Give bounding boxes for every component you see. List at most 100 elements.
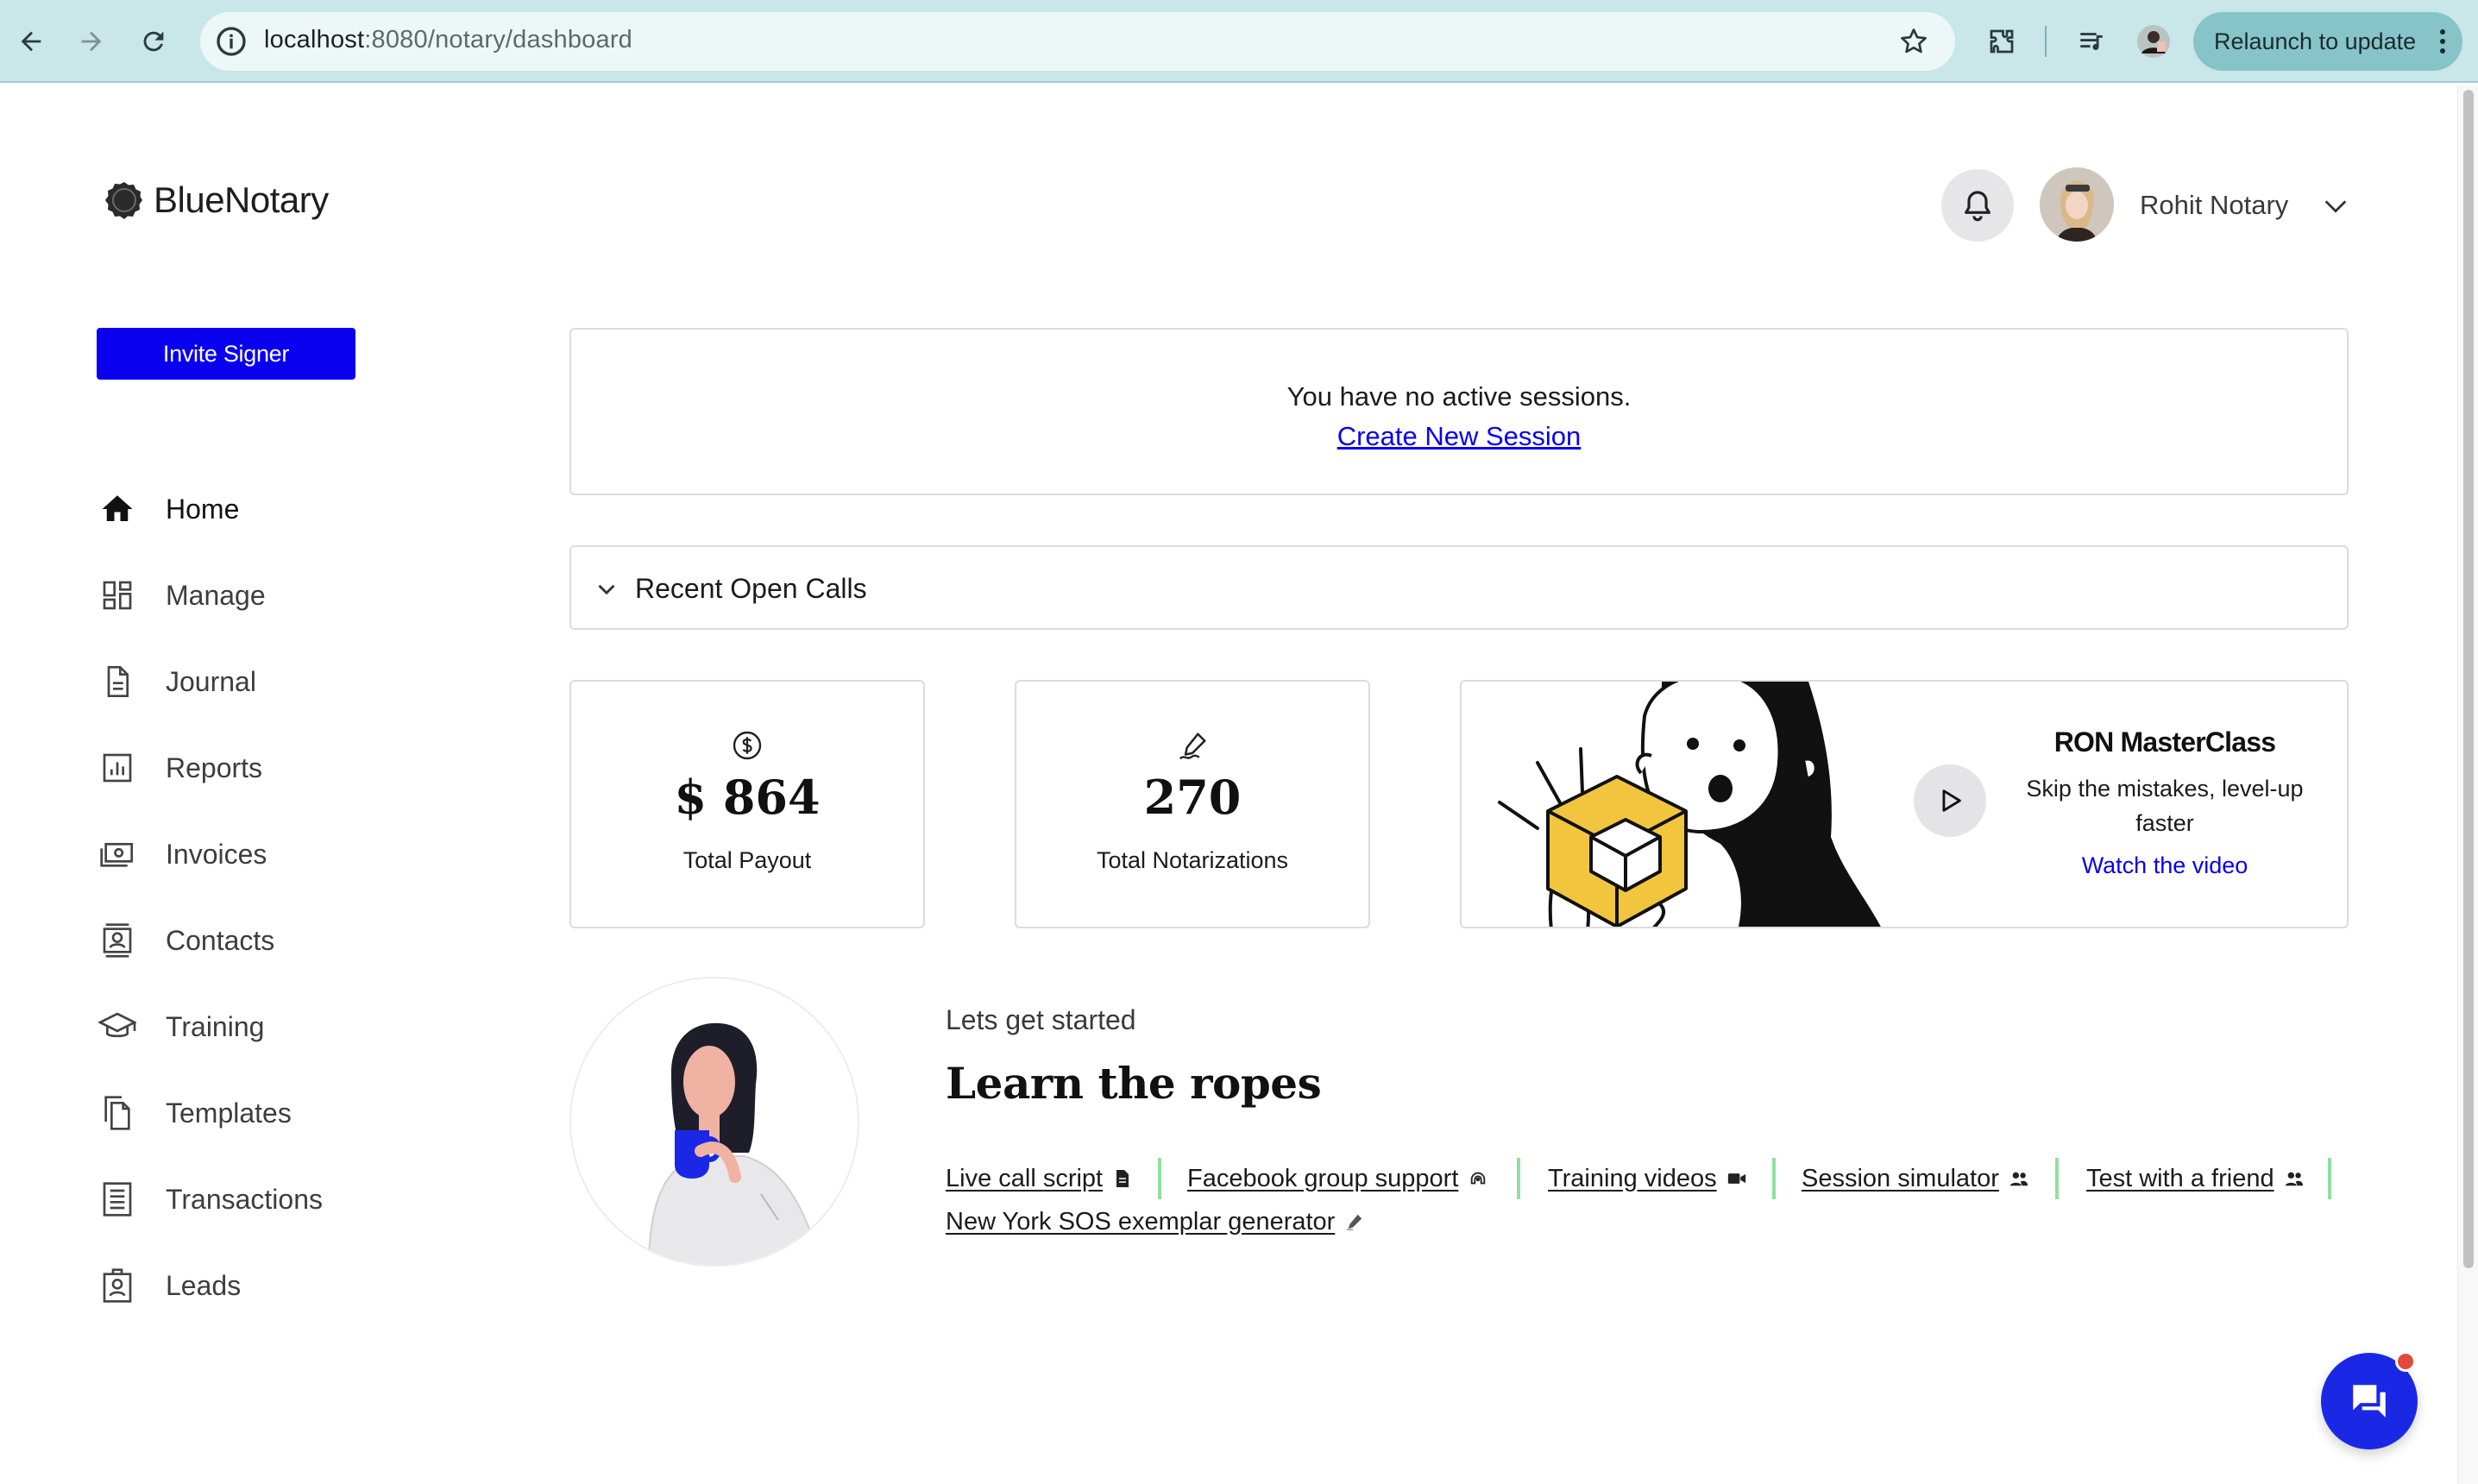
back-button[interactable] bbox=[5, 16, 57, 67]
total-payout-card: $ 864 Total Payout bbox=[569, 680, 925, 928]
recent-open-calls-accordion[interactable]: Recent Open Calls bbox=[569, 545, 2349, 630]
chevron-down-icon[interactable] bbox=[592, 575, 621, 604]
live-call-script-link[interactable]: Live call script bbox=[946, 1160, 1132, 1198]
sidebar-item-label: Leads bbox=[166, 1269, 242, 1301]
reload-button[interactable] bbox=[128, 16, 179, 67]
chat-notification-badge bbox=[2395, 1351, 2416, 1372]
chevron-down-icon[interactable] bbox=[2321, 192, 2350, 221]
dollar-circle-icon bbox=[733, 731, 762, 760]
people-icon bbox=[2009, 1169, 2028, 1188]
relaunch-label: Relaunch to update bbox=[2214, 28, 2417, 54]
sidebar-item-journal[interactable]: Journal bbox=[95, 656, 406, 707]
resource-link-label: Live call script bbox=[946, 1164, 1104, 1192]
sidebar-item-label: Invoices bbox=[166, 838, 267, 870]
play-video-button[interactable] bbox=[1914, 764, 1986, 837]
dashboard-grid-icon bbox=[95, 573, 140, 618]
browser-toolbar: localhost:8080/notary/dashboard Relaunch… bbox=[0, 0, 2478, 83]
invite-signer-button[interactable]: Invite Signer bbox=[97, 328, 355, 380]
resource-link-label: Test with a friend bbox=[2086, 1164, 2274, 1192]
link-separator bbox=[1517, 1158, 1520, 1199]
people-icon bbox=[2285, 1169, 2304, 1188]
signature-pen-icon bbox=[1179, 733, 1206, 760]
ny-sos-exemplar-generator-link[interactable]: New York SOS exemplar generator bbox=[946, 1203, 1364, 1241]
resource-link-label: Session simulator bbox=[1802, 1164, 1999, 1192]
sidebar-item-manage[interactable]: Manage bbox=[95, 569, 406, 621]
sidebar-item-label: Manage bbox=[166, 579, 266, 611]
bell-icon bbox=[1965, 191, 1991, 222]
chat-bubbles-icon bbox=[2353, 1385, 2386, 1418]
arrow-right-icon bbox=[81, 31, 102, 52]
support-icon bbox=[1469, 1169, 1487, 1188]
sidebar-item-leads[interactable]: Leads bbox=[95, 1260, 406, 1311]
learn-ropes-illustration bbox=[569, 977, 859, 1267]
session-simulator-link[interactable]: Session simulator bbox=[1802, 1160, 2028, 1198]
sidebar-item-home[interactable]: Home bbox=[95, 483, 406, 535]
resource-link-label: Facebook group support bbox=[1187, 1164, 1459, 1192]
sidebar-item-transactions[interactable]: Transactions bbox=[95, 1173, 406, 1225]
sidebar-item-label: Reports bbox=[166, 751, 263, 783]
user-avatar[interactable] bbox=[2040, 167, 2114, 242]
user-photo bbox=[2040, 167, 2114, 242]
copy-file-icon bbox=[95, 1091, 140, 1135]
sidebar-item-label: Contacts bbox=[166, 924, 275, 956]
scrollbar-thumb[interactable] bbox=[2463, 90, 2474, 1268]
badge-id-icon bbox=[95, 1263, 140, 1308]
training-videos-link[interactable]: Training videos bbox=[1548, 1160, 1746, 1198]
address-bar[interactable]: localhost:8080/notary/dashboard bbox=[200, 12, 1955, 71]
contacts-icon bbox=[95, 918, 140, 963]
bookmark-star-icon[interactable] bbox=[1898, 26, 1929, 57]
no-sessions-message: You have no active sessions. bbox=[1286, 381, 1632, 412]
sidebar-item-training[interactable]: Training bbox=[95, 1001, 406, 1053]
sidebar-item-label: Templates bbox=[166, 1097, 292, 1129]
playlist-icon bbox=[2080, 33, 2103, 50]
profile-button[interactable] bbox=[2133, 21, 2174, 62]
total-payout-value: $ 864 bbox=[674, 770, 821, 825]
relaunch-button[interactable]: Relaunch to update bbox=[2193, 12, 2462, 71]
masterclass-illustration bbox=[1498, 682, 1881, 927]
forward-button[interactable] bbox=[66, 16, 117, 67]
extensions-button[interactable] bbox=[1981, 21, 2022, 62]
sidebar-item-invoices[interactable]: Invoices bbox=[95, 828, 406, 880]
user-name[interactable]: Rohit Notary bbox=[2140, 190, 2288, 221]
notifications-button[interactable] bbox=[1941, 169, 2014, 242]
woman-with-mug-illustration bbox=[648, 1022, 821, 1265]
link-separator bbox=[1772, 1158, 1776, 1199]
sidebar-item-label: Home bbox=[166, 493, 240, 525]
learn-ropes-eyebrow: Lets get started bbox=[946, 1004, 1136, 1035]
resource-link-label: New York SOS exemplar generator bbox=[946, 1207, 1336, 1236]
learn-ropes-title: Learn the ropes bbox=[946, 1058, 1322, 1109]
masterclass-title: RON MasterClass bbox=[2053, 726, 2276, 758]
sidebar-item-label: Training bbox=[166, 1010, 265, 1042]
arrow-left-icon bbox=[21, 31, 41, 52]
document-small-icon bbox=[1113, 1169, 1132, 1188]
bar-chart-icon bbox=[95, 745, 140, 790]
url-host: localhost bbox=[264, 26, 365, 53]
test-with-friend-link[interactable]: Test with a friend bbox=[2086, 1160, 2304, 1198]
brand-logo[interactable]: BlueNotary bbox=[104, 179, 329, 221]
watch-video-link[interactable]: Watch the video bbox=[2022, 852, 2307, 879]
toolbar-divider bbox=[2045, 26, 2047, 57]
sidebar-item-reports[interactable]: Reports bbox=[95, 742, 406, 794]
site-info-icon[interactable] bbox=[214, 24, 248, 59]
media-controls-button[interactable] bbox=[2071, 21, 2112, 62]
video-camera-icon bbox=[1727, 1169, 1746, 1188]
play-icon bbox=[1942, 789, 1961, 812]
link-separator bbox=[2055, 1158, 2059, 1199]
url-text: localhost:8080/notary/dashboard bbox=[264, 26, 632, 54]
graduation-cap-icon bbox=[95, 1004, 140, 1049]
ron-masterclass-card[interactable]: RON MasterClass Skip the mistakes, level… bbox=[1460, 680, 2349, 928]
page-scrollbar[interactable] bbox=[2457, 85, 2478, 1484]
sidebar-item-label: Journal bbox=[166, 665, 256, 697]
puzzle-icon bbox=[1990, 29, 2014, 53]
total-notarizations-value: 270 bbox=[1143, 770, 1242, 825]
create-new-session-link[interactable]: Create New Session bbox=[1330, 421, 1588, 452]
sidebar-item-templates[interactable]: Templates bbox=[95, 1087, 406, 1139]
sidebar-item-contacts[interactable]: Contacts bbox=[95, 915, 406, 966]
facebook-group-support-link[interactable]: Facebook group support bbox=[1187, 1160, 1487, 1198]
home-icon bbox=[95, 487, 140, 531]
kebab-menu-icon[interactable] bbox=[2438, 28, 2447, 55]
url-path: :8080/notary/dashboard bbox=[364, 26, 633, 53]
payments-icon bbox=[95, 832, 140, 877]
active-sessions-card: You have no active sessions. Create New … bbox=[569, 328, 2349, 495]
reload-icon bbox=[143, 31, 164, 52]
